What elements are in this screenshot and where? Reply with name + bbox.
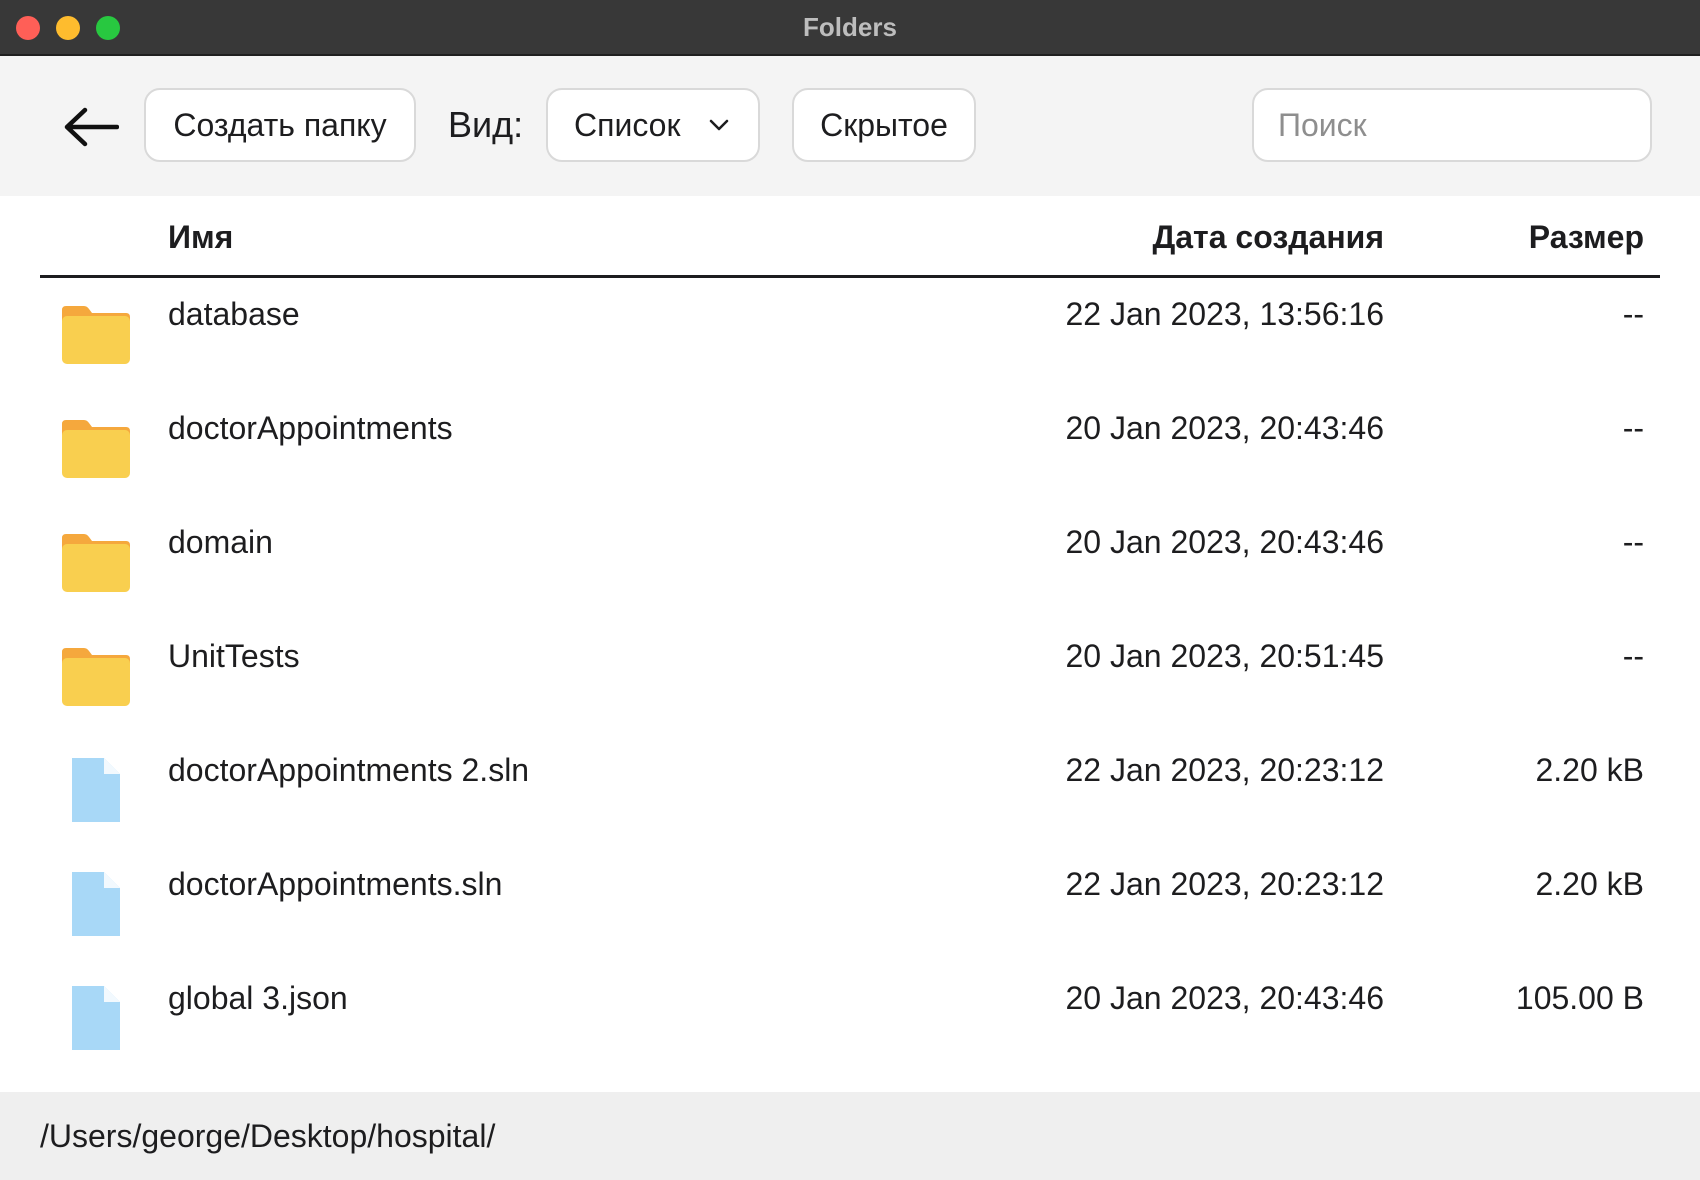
folder-icon-graphic (62, 420, 130, 478)
file-name: global 3.json (168, 980, 348, 1016)
folder-icon (60, 302, 132, 366)
folder-icon (60, 416, 132, 480)
window-title: Folders (803, 12, 897, 42)
search-input[interactable] (1252, 88, 1652, 162)
file-icon (60, 872, 132, 936)
file-row[interactable]: doctorAppointments 2.sln 22 Jan 2023, 20:… (40, 734, 1660, 848)
file-name: doctorAppointments 2.sln (168, 752, 530, 788)
show-hidden-button[interactable]: Скрытое (792, 88, 976, 162)
chevron-down-icon (709, 119, 729, 131)
file-row[interactable]: database 22 Jan 2023, 13:56:16 -- (40, 278, 1660, 392)
file-icon-graphic (72, 758, 120, 822)
file-size: 105.00 B (1515, 980, 1644, 1016)
file-size: -- (1622, 296, 1644, 332)
folder-icon-graphic (62, 306, 130, 364)
view-mode-select[interactable]: Список (546, 88, 760, 162)
current-path: /Users/george/Desktop/hospital/ (40, 1118, 496, 1154)
status-bar: /Users/george/Desktop/hospital/ (0, 1092, 1700, 1180)
file-list: database 22 Jan 2023, 13:56:16 -- doctorApp… (40, 278, 1660, 1076)
file-icon-graphic (72, 986, 120, 1050)
folder-icon (60, 530, 132, 594)
file-date: 20 Jan 2023, 20:43:46 (1065, 524, 1385, 560)
file-name: UnitTests (168, 638, 300, 674)
file-name: domain (168, 524, 273, 560)
back-arrow-icon (64, 107, 119, 147)
column-header-date[interactable]: Дата создания (1152, 196, 1384, 278)
file-size: -- (1622, 524, 1644, 560)
file-name: doctorAppointments.sln (168, 866, 503, 902)
back-button[interactable] (46, 102, 136, 152)
create-folder-label: Создать папку (173, 106, 387, 143)
file-icon (60, 986, 132, 1050)
view-label: Вид: (448, 104, 524, 145)
folder-icon (60, 644, 132, 708)
view-mode-value: Список (574, 106, 681, 143)
app-window: Folders Создать папку Вид: Список Скрыто… (0, 0, 1700, 1180)
title-bar: Folders (0, 0, 1700, 56)
column-header-size[interactable]: Размер (1529, 196, 1644, 278)
column-header-name[interactable]: Имя (168, 196, 233, 278)
file-row[interactable]: doctorAppointments.sln 22 Jan 2023, 20:23… (40, 848, 1660, 962)
file-row[interactable]: doctorAppointments 20 Jan 2023, 20:43:46 -… (40, 392, 1660, 506)
file-date: 22 Jan 2023, 20:23:12 (1065, 866, 1385, 902)
file-date: 20 Jan 2023, 20:43:46 (1065, 980, 1385, 1016)
file-icon-graphic (72, 872, 120, 936)
file-row[interactable]: domain 20 Jan 2023, 20:43:46 -- (40, 506, 1660, 620)
file-date: 20 Jan 2023, 20:51:45 (1065, 638, 1385, 674)
file-size: 2.20 kB (1535, 866, 1644, 902)
file-size: -- (1622, 638, 1644, 674)
file-size: 2.20 kB (1535, 752, 1644, 788)
file-name: database (168, 296, 300, 332)
file-date: 22 Jan 2023, 13:56:16 (1065, 296, 1385, 332)
file-name: doctorAppointments (168, 410, 453, 446)
table-header: Имя Дата создания Размер (40, 196, 1660, 278)
file-date: 22 Jan 2023, 20:23:12 (1065, 752, 1385, 788)
create-folder-button[interactable]: Создать папку (144, 88, 416, 162)
toolbar: Создать папку Вид: Список Скрытое (0, 56, 1700, 196)
folder-icon-graphic (62, 534, 130, 592)
file-icon (60, 758, 132, 822)
file-date: 20 Jan 2023, 20:43:46 (1065, 410, 1385, 446)
file-row[interactable]: global 3.json 20 Jan 2023, 20:43:46 105.00… (40, 962, 1660, 1076)
file-row[interactable]: UnitTests 20 Jan 2023, 20:51:45 -- (40, 620, 1660, 734)
file-size: -- (1622, 410, 1644, 446)
folder-icon-graphic (62, 648, 130, 706)
show-hidden-label: Скрытое (820, 106, 948, 143)
